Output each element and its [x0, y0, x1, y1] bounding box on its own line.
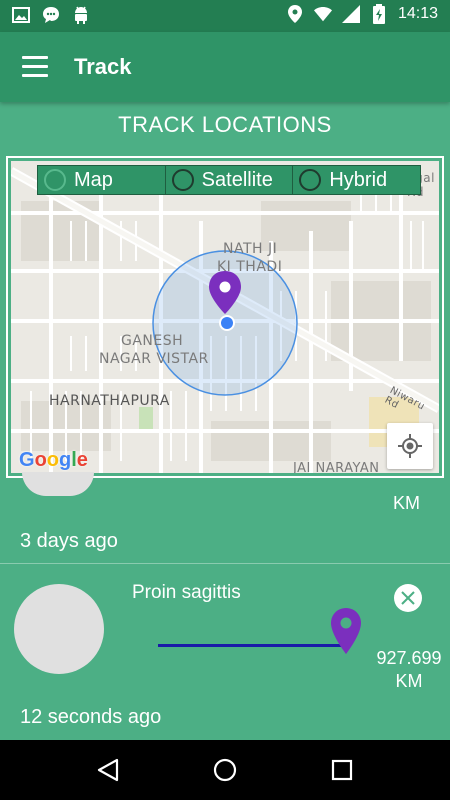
google-logo: Google — [19, 449, 88, 471]
map-label-nath-ji: NATH JI — [223, 241, 278, 257]
map-type-satellite[interactable]: Satellite — [165, 166, 294, 194]
distance-unit: KM — [395, 671, 423, 691]
location-pin-icon — [330, 608, 362, 659]
app-bar: Track — [0, 32, 450, 102]
map-label-ki-thadi: KI THADI — [217, 259, 283, 275]
time-ago: 3 days ago — [20, 530, 118, 552]
home-icon[interactable] — [205, 750, 245, 790]
avatar — [22, 472, 94, 496]
status-bar: 14:13 — [0, 0, 450, 32]
radio-button[interactable] — [171, 169, 194, 191]
section-title: TRACK LOCATIONS — [118, 112, 332, 137]
location-icon — [286, 5, 304, 23]
map-type-label: Satellite — [201, 168, 273, 191]
distance-progress-bar — [158, 644, 348, 647]
android-icon — [72, 6, 90, 24]
recents-icon[interactable] — [322, 750, 362, 790]
map-label-jai-narayan: JAI NARAYAN — [293, 461, 380, 473]
signal-icon — [341, 5, 360, 23]
map-label-harnathapura: HARNATHAPURA — [49, 393, 170, 409]
avatar — [14, 584, 104, 674]
chat-bubble-icon — [42, 6, 60, 24]
map-type-selector: Map Satellite Hybrid — [37, 165, 421, 195]
map-label-nagar-vistar: NAGAR VISTAR — [99, 351, 209, 367]
map-frame: Map Satellite Hybrid ngal Rd NATH JI KI … — [6, 156, 444, 478]
notification-icons — [12, 6, 90, 24]
radio-button[interactable] — [299, 169, 322, 191]
status-time: 14:13 — [397, 5, 438, 22]
map-type-map[interactable]: Map — [38, 166, 166, 194]
wifi-icon — [313, 5, 332, 23]
navigation-bar — [0, 740, 450, 800]
back-icon[interactable] — [88, 750, 128, 790]
map-view[interactable]: Map Satellite Hybrid ngal Rd NATH JI KI … — [11, 161, 439, 473]
distance-number: 927.699 — [376, 648, 442, 668]
image-icon — [12, 6, 30, 24]
map-type-label: Map — [74, 168, 113, 191]
remove-icon[interactable] — [394, 584, 422, 612]
map-type-hybrid[interactable]: Hybrid — [293, 166, 421, 194]
my-location-icon[interactable] — [387, 423, 433, 469]
map-roads — [11, 161, 439, 473]
system-icons: 14:13 — [286, 4, 438, 24]
radio-button[interactable] — [44, 169, 66, 191]
distance-value: 927.699 KM — [366, 647, 450, 693]
map-type-label: Hybrid — [329, 168, 388, 191]
map-label-ganesh: GANESH — [121, 333, 184, 349]
distance-unit: KM — [393, 493, 420, 513]
app-title: Track — [74, 54, 132, 79]
battery-charging-icon — [370, 4, 388, 24]
list-divider — [0, 563, 450, 564]
time-ago: 12 seconds ago — [20, 706, 162, 728]
menu-icon[interactable] — [22, 56, 48, 78]
tracked-item-name: Proin sagittis — [132, 582, 241, 603]
